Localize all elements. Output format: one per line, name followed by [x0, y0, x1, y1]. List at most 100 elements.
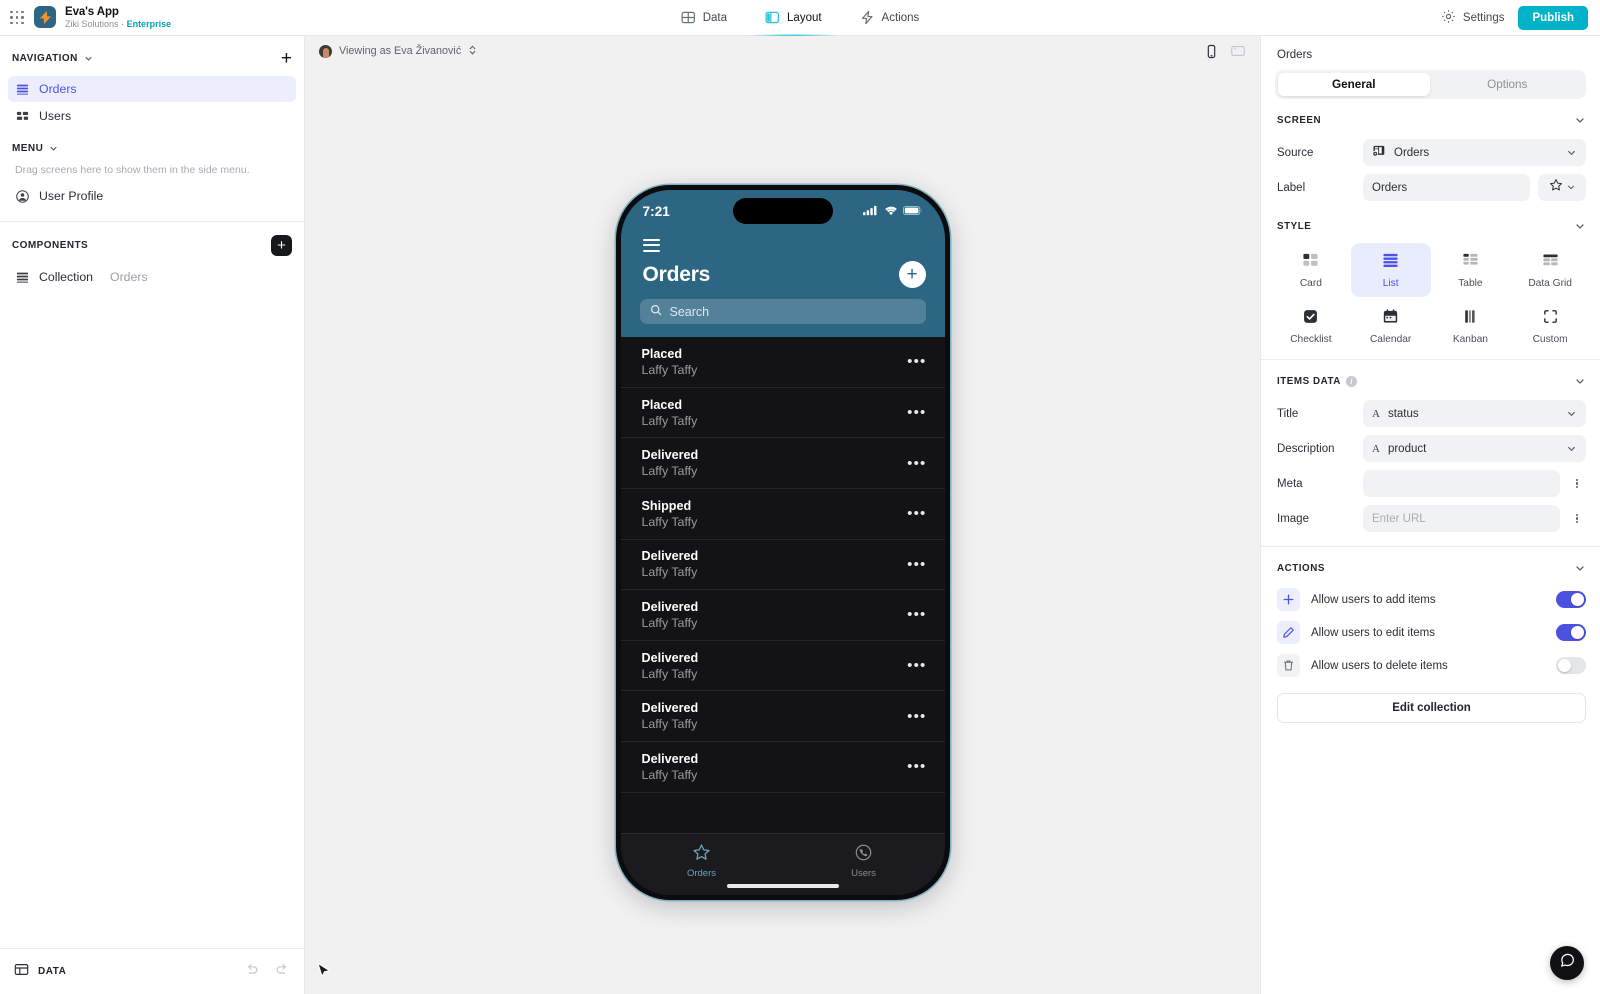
style-option-custom-label: Custom: [1532, 334, 1568, 345]
list-item-text: Delivered Laffy Taffy: [642, 549, 699, 579]
title-field-select[interactable]: A status: [1363, 400, 1586, 427]
phone-tab-users[interactable]: Users: [783, 843, 945, 879]
list-item[interactable]: Delivered Laffy Taffy •••: [620, 641, 945, 692]
sidebar-item-orders[interactable]: Orders: [8, 76, 296, 102]
phone-tab-orders[interactable]: Orders: [621, 843, 783, 879]
ellipsis-icon[interactable]: •••: [907, 405, 926, 420]
plan-badge: Enterprise: [126, 18, 172, 29]
chevron-down-icon[interactable]: [48, 143, 59, 154]
style-section-header: STYLE: [1261, 205, 1600, 241]
sidebar-item-collection[interactable]: Collection Orders: [8, 264, 296, 290]
list-item[interactable]: Delivered Laffy Taffy •••: [620, 691, 945, 742]
status-time: 7:21: [642, 204, 670, 219]
list-item[interactable]: Delivered Laffy Taffy •••: [620, 590, 945, 641]
grid-dots-icon[interactable]: [6, 6, 28, 28]
ellipsis-icon[interactable]: •••: [907, 658, 926, 673]
redo-arrow-icon[interactable]: [274, 961, 290, 982]
chevron-down-icon[interactable]: [1574, 375, 1586, 387]
help-chat-button[interactable]: [1550, 946, 1584, 980]
tab-data-label: Data: [702, 11, 728, 24]
custom-frame-icon: [1542, 308, 1559, 328]
navigation-section-header: NAVIGATION +: [0, 36, 304, 75]
list-item[interactable]: Delivered Laffy Taffy •••: [620, 742, 945, 793]
ellipsis-icon[interactable]: •••: [907, 607, 926, 622]
tab-layout[interactable]: Layout: [749, 0, 837, 37]
phone-device-icon[interactable]: [1204, 44, 1219, 59]
tab-data[interactable]: Data: [679, 0, 729, 36]
chevron-down-icon[interactable]: [1574, 114, 1586, 126]
list-item-description: Laffy Taffy: [641, 514, 698, 529]
style-option-calendar[interactable]: Calendar: [1351, 299, 1431, 353]
sidebar-item-users[interactable]: Users: [8, 103, 296, 129]
style-option-kanban[interactable]: Kanban: [1431, 299, 1511, 353]
app-subtitle: Ziki Solutions · Enterprise: [65, 19, 171, 29]
phone-add-button[interactable]: +: [898, 261, 926, 289]
list-item-title: Shipped: [641, 498, 692, 513]
list-item[interactable]: Placed Laffy Taffy •••: [620, 388, 945, 439]
list-item[interactable]: Delivered Laffy Taffy •••: [620, 540, 945, 591]
style-option-custom[interactable]: Custom: [1510, 299, 1590, 353]
ellipsis-icon[interactable]: •••: [907, 506, 926, 521]
add-screen-button[interactable]: +: [281, 49, 292, 68]
sidebar-item-user-profile[interactable]: User Profile: [8, 183, 296, 209]
image-field-menu-icon[interactable]: [1568, 513, 1586, 524]
tab-options[interactable]: Options: [1432, 73, 1584, 96]
list-item-text: Shipped Laffy Taffy: [642, 499, 698, 529]
top-bar-right: Settings Publish: [1441, 5, 1600, 30]
label-favorite-button[interactable]: [1538, 174, 1586, 201]
chevron-down-icon[interactable]: [1574, 562, 1586, 574]
datagrid-icon: [1542, 252, 1559, 272]
chevron-updown-icon: [468, 44, 477, 59]
ellipsis-icon[interactable]: •••: [907, 557, 926, 572]
allow-add-items-row: Allow users to add items: [1261, 583, 1600, 616]
meta-field-select[interactable]: [1363, 470, 1560, 497]
items-data-section-header: ITEMS DATA i: [1261, 360, 1600, 396]
style-option-list[interactable]: List: [1350, 243, 1431, 297]
source-select[interactable]: Orders: [1363, 139, 1586, 166]
phone-search-input[interactable]: Search: [639, 299, 926, 325]
phone-collection-list: Placed Laffy Taffy ••• Placed Laffy Taff…: [620, 337, 945, 833]
hamburger-menu-icon[interactable]: [621, 233, 945, 257]
chevron-down-icon[interactable]: [1574, 220, 1586, 232]
list-item-text: Delivered Laffy Taffy: [642, 600, 699, 630]
tab-general[interactable]: General: [1278, 73, 1430, 96]
list-item[interactable]: Delivered Laffy Taffy •••: [620, 438, 945, 489]
description-field-select[interactable]: A product: [1363, 435, 1586, 462]
allow-edit-items-toggle[interactable]: [1556, 624, 1586, 641]
label-field-row: Label Orders: [1261, 170, 1600, 205]
list-item[interactable]: Shipped Laffy Taffy •••: [620, 489, 945, 540]
sidebar-scroll: NAVIGATION + Orders Users MENU Drag scre…: [0, 36, 304, 948]
allow-delete-items-toggle[interactable]: [1556, 657, 1586, 674]
edit-collection-button[interactable]: Edit collection: [1277, 693, 1586, 723]
allow-add-items-toggle[interactable]: [1556, 591, 1586, 608]
ellipsis-icon[interactable]: •••: [907, 759, 926, 774]
settings-button[interactable]: Settings: [1441, 9, 1504, 27]
info-icon[interactable]: i: [1345, 375, 1357, 387]
collection-source-icon: [1372, 144, 1386, 161]
undo-arrow-icon[interactable]: [244, 961, 260, 982]
ellipsis-icon[interactable]: •••: [907, 456, 926, 471]
image-field-input[interactable]: Enter URL: [1363, 505, 1560, 532]
data-panel-button-label[interactable]: DATA: [38, 966, 66, 977]
ellipsis-icon[interactable]: •••: [907, 709, 926, 724]
chevron-down-icon[interactable]: [83, 53, 94, 64]
publish-button[interactable]: Publish: [1518, 5, 1588, 30]
tab-actions[interactable]: Actions: [858, 0, 922, 36]
style-option-data-grid[interactable]: Data Grid: [1510, 243, 1590, 297]
list-item-text: Delivered Laffy Taffy: [642, 448, 699, 478]
ellipsis-icon[interactable]: •••: [907, 354, 926, 369]
description-field-label: Description: [1277, 442, 1335, 455]
add-component-button[interactable]: +: [271, 235, 292, 256]
list-item-description: Laffy Taffy: [641, 717, 698, 732]
right-panel-tabs: General Options: [1275, 70, 1586, 99]
meta-field-menu-icon[interactable]: [1568, 478, 1586, 489]
style-option-table[interactable]: Table: [1431, 243, 1511, 297]
tablet-device-icon[interactable]: [1230, 43, 1246, 59]
list-item[interactable]: Placed Laffy Taffy •••: [620, 337, 945, 388]
style-option-checklist[interactable]: Checklist: [1271, 299, 1351, 353]
label-input[interactable]: Orders: [1363, 174, 1530, 201]
style-option-card[interactable]: Card: [1271, 243, 1351, 297]
lightning-bolt-icon[interactable]: [34, 6, 56, 29]
tab-actions-label: Actions: [881, 11, 920, 24]
viewing-as-selector[interactable]: Viewing as Eva Živanović: [319, 44, 477, 59]
